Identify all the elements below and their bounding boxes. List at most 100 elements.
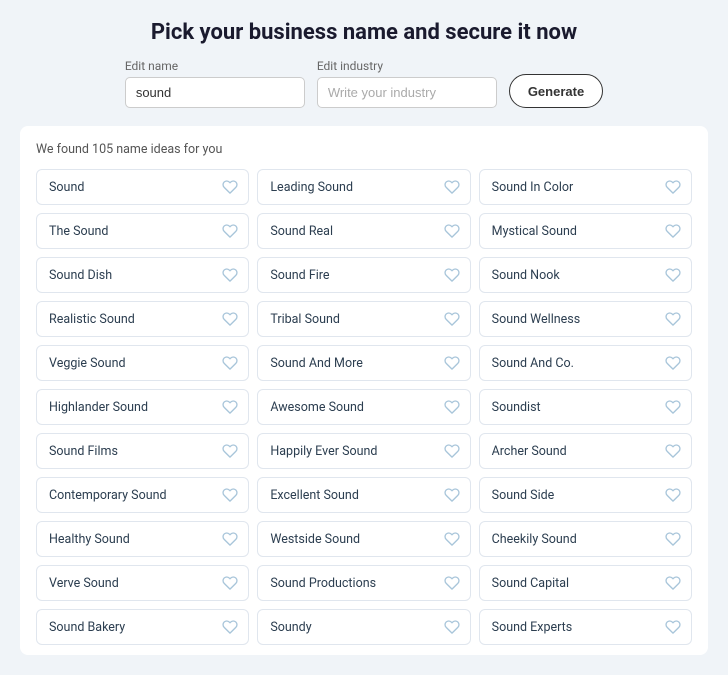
generate-button[interactable]: Generate [509,74,603,108]
name-card-text: Happily Ever Sound [270,444,377,459]
heart-icon[interactable] [222,355,238,371]
heart-icon[interactable] [222,267,238,283]
name-card-text: Cheekily Sound [492,532,577,547]
heart-icon[interactable] [444,311,460,327]
name-card-text: Verve Sound [49,576,119,591]
heart-icon[interactable] [665,619,681,635]
controls-bar: Edit name Edit industry Generate [20,59,708,108]
heart-icon[interactable] [222,179,238,195]
name-card[interactable]: Realistic Sound [36,301,249,337]
heart-icon[interactable] [665,487,681,503]
name-card[interactable]: Excellent Sound [257,477,470,513]
name-card-text: Leading Sound [270,180,353,195]
name-card-text: Sound [49,180,84,195]
name-card-text: Sound Wellness [492,312,581,327]
heart-icon[interactable] [444,179,460,195]
edit-industry-input[interactable] [317,77,497,108]
heart-icon[interactable] [222,399,238,415]
name-card-text: Tribal Sound [270,312,340,327]
name-card[interactable]: Veggie Sound [36,345,249,381]
name-card[interactable]: Mystical Sound [479,213,692,249]
name-card[interactable]: Tribal Sound [257,301,470,337]
heart-icon[interactable] [222,443,238,459]
heart-icon[interactable] [444,531,460,547]
heart-icon[interactable] [665,311,681,327]
name-card[interactable]: Healthy Sound [36,521,249,557]
name-card[interactable]: Cheekily Sound [479,521,692,557]
name-card[interactable]: Archer Sound [479,433,692,469]
results-section: We found 105 name ideas for you Sound Le… [20,126,708,655]
heart-icon[interactable] [665,223,681,239]
name-card[interactable]: The Sound [36,213,249,249]
name-card[interactable]: Sound Productions [257,565,470,601]
name-card[interactable]: Sound Dish [36,257,249,293]
heart-icon[interactable] [222,619,238,635]
heart-icon[interactable] [444,267,460,283]
heart-icon[interactable] [444,399,460,415]
name-card[interactable]: Sound [36,169,249,205]
name-card[interactable]: Sound In Color [479,169,692,205]
name-card[interactable]: Sound And More [257,345,470,381]
name-card-text: Sound Productions [270,576,376,591]
name-card[interactable]: Contemporary Sound [36,477,249,513]
name-card[interactable]: Soundist [479,389,692,425]
edit-name-label: Edit name [125,59,305,73]
name-card[interactable]: Sound Nook [479,257,692,293]
name-card-text: Sound Experts [492,620,573,635]
name-card-text: Soundy [270,620,311,635]
header: Pick your business name and secure it no… [20,20,708,108]
name-card[interactable]: Sound And Co. [479,345,692,381]
results-count: We found 105 name ideas for you [36,142,692,157]
edit-name-input[interactable] [125,77,305,108]
heart-icon[interactable] [222,223,238,239]
name-card-text: Healthy Sound [49,532,130,547]
name-card-text: Sound Capital [492,576,569,591]
name-card[interactable]: Sound Films [36,433,249,469]
heart-icon[interactable] [665,575,681,591]
name-card-text: Sound Dish [49,268,112,283]
name-card[interactable]: Soundy [257,609,470,645]
heart-icon[interactable] [444,355,460,371]
name-card-text: Veggie Sound [49,356,126,371]
heart-icon[interactable] [665,355,681,371]
heart-icon[interactable] [665,399,681,415]
name-card[interactable]: Verve Sound [36,565,249,601]
name-card-text: Realistic Sound [49,312,135,327]
heart-icon[interactable] [444,619,460,635]
heart-icon[interactable] [665,179,681,195]
heart-icon[interactable] [665,443,681,459]
name-card-text: Sound Bakery [49,620,125,635]
edit-industry-group: Edit industry [317,59,497,108]
heart-icon[interactable] [222,311,238,327]
heart-icon[interactable] [444,487,460,503]
heart-icon[interactable] [444,443,460,459]
name-card[interactable]: Sound Experts [479,609,692,645]
names-grid: Sound Leading Sound Sound In Color The S… [36,169,692,645]
name-card[interactable]: Sound Capital [479,565,692,601]
name-card[interactable]: Sound Real [257,213,470,249]
heart-icon[interactable] [665,531,681,547]
name-card-text: Westside Sound [270,532,360,547]
heart-icon[interactable] [444,223,460,239]
name-card[interactable]: Happily Ever Sound [257,433,470,469]
heart-icon[interactable] [665,267,681,283]
heart-icon[interactable] [222,531,238,547]
name-card[interactable]: Awesome Sound [257,389,470,425]
heart-icon[interactable] [222,575,238,591]
name-card[interactable]: Highlander Sound [36,389,249,425]
name-card-text: Sound Nook [492,268,560,283]
name-card[interactable]: Sound Side [479,477,692,513]
name-card-text: Sound In Color [492,180,574,195]
name-card[interactable]: Leading Sound [257,169,470,205]
name-card-text: Highlander Sound [49,400,148,415]
name-card-text: The Sound [49,224,108,239]
name-card[interactable]: Sound Wellness [479,301,692,337]
name-card[interactable]: Sound Fire [257,257,470,293]
name-card[interactable]: Westside Sound [257,521,470,557]
name-card-text: Awesome Sound [270,400,364,415]
name-card-text: Sound Side [492,488,555,503]
heart-icon[interactable] [222,487,238,503]
name-card-text: Sound And Co. [492,356,574,371]
name-card[interactable]: Sound Bakery [36,609,249,645]
heart-icon[interactable] [444,575,460,591]
